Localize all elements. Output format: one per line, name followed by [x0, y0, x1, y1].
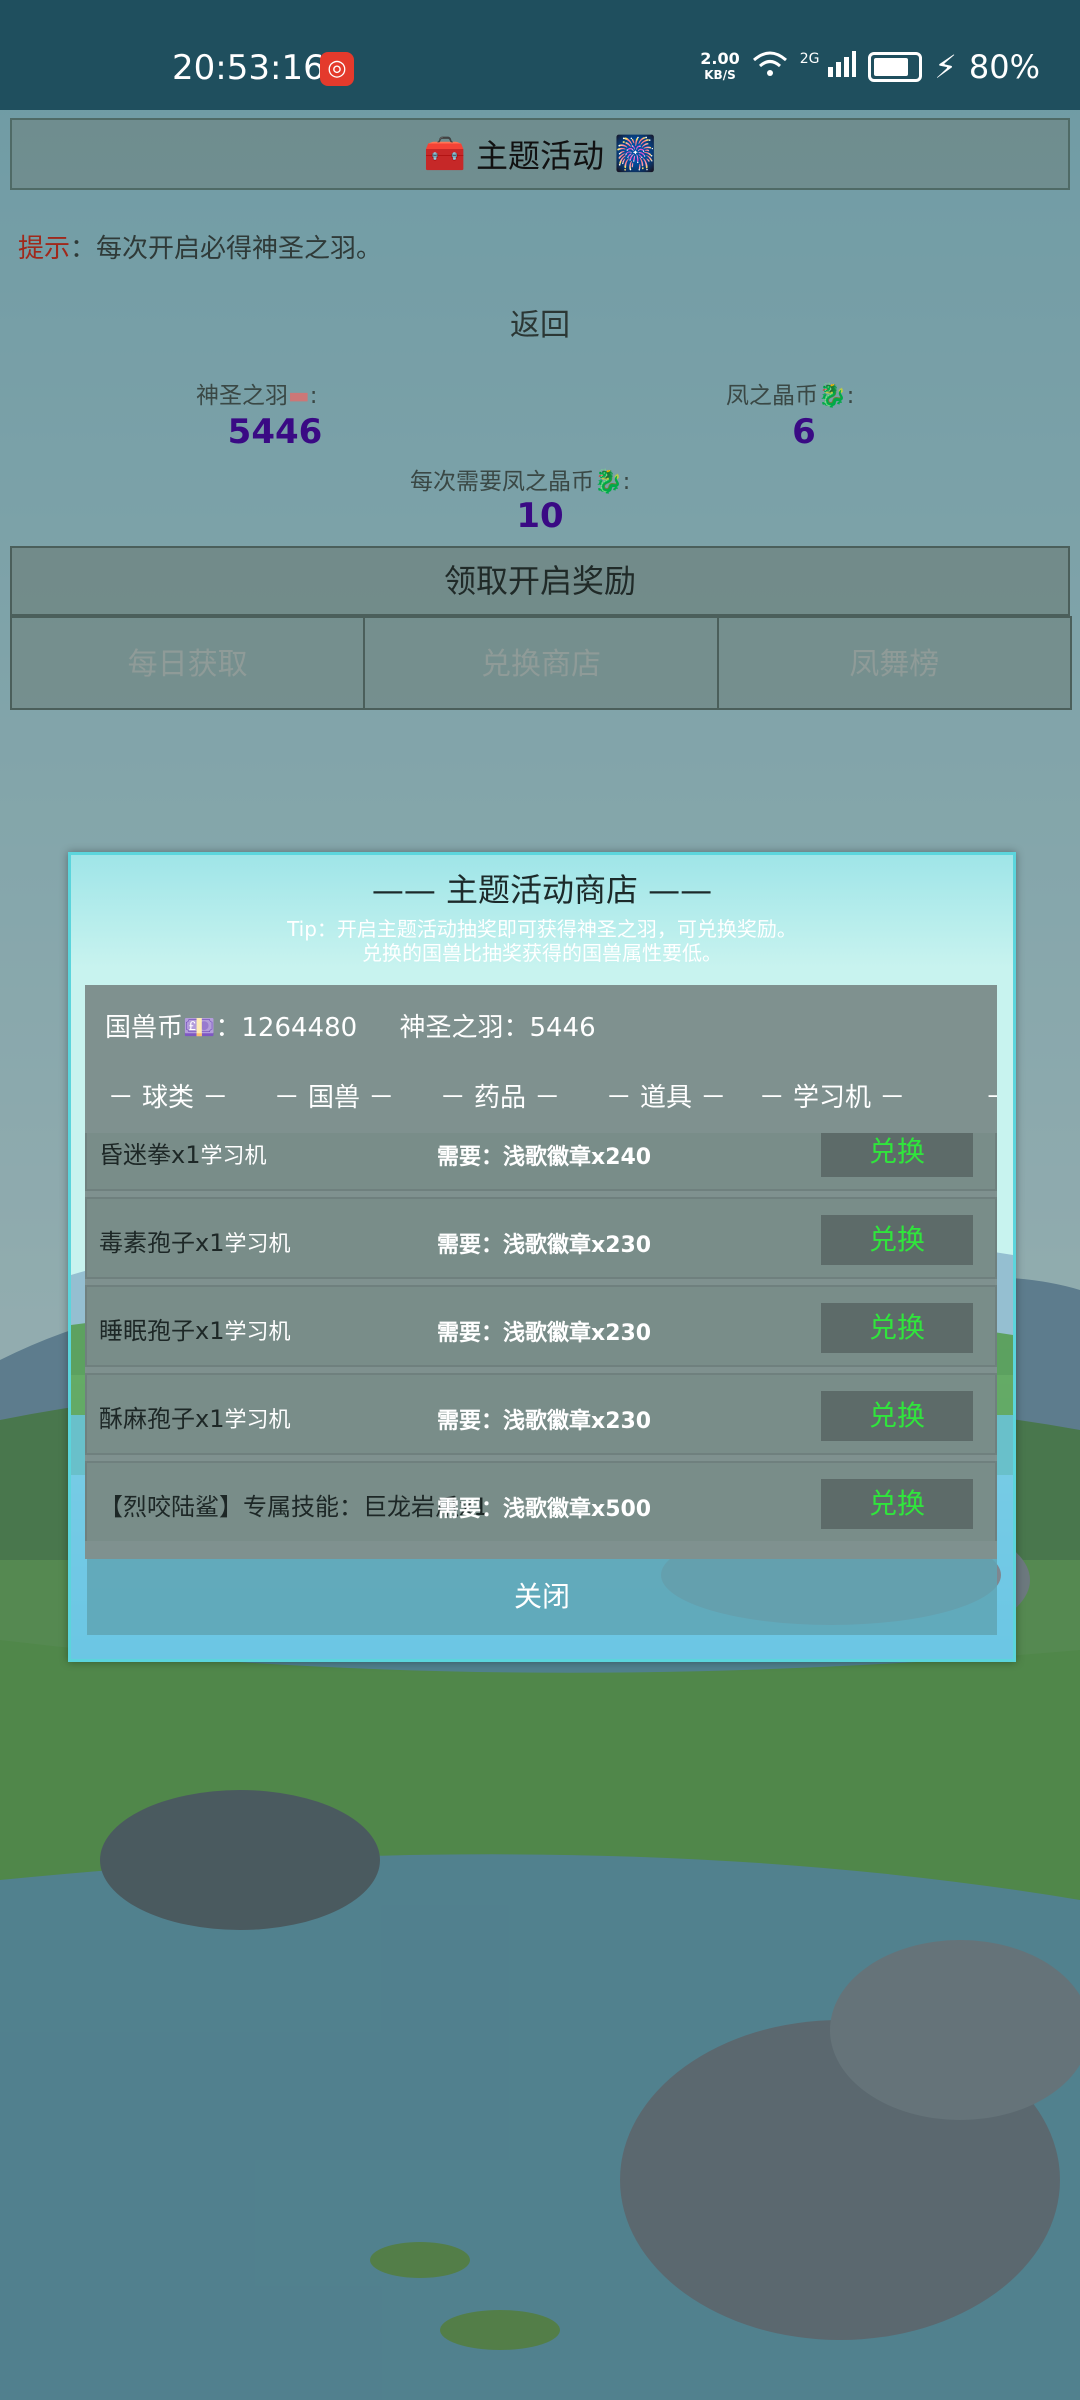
item-type: 学习机: [224, 1408, 291, 1433]
exchange-button[interactable]: 兑换: [821, 1215, 973, 1265]
feather-label: 神圣之羽▬:: [196, 383, 318, 409]
close-button[interactable]: 关闭: [87, 1559, 997, 1635]
item-name-text: 酥麻孢子x1: [99, 1405, 225, 1433]
nav-tabs: 每日获取 兑换商店 凤舞榜: [10, 616, 1072, 710]
hint-text: 提示：每次开启必得神圣之羽。: [18, 228, 382, 265]
cost-label: 每次需要凤之晶币🐉:: [410, 469, 631, 495]
list-item: 毒素孢子x1学习机 需要：浅歌徽章x230 兑换: [85, 1197, 997, 1279]
exchange-button[interactable]: 兑换: [821, 1303, 973, 1353]
item-cost: 需要：浅歌徽章x230: [437, 1409, 652, 1434]
shop-category-tabs: － 球类 － － 国兽 － － 药品 － － 道具 － － 学习机 － －: [85, 1073, 997, 1123]
signal-label: 2G: [799, 50, 820, 67]
dragon-icon: 🐉: [594, 469, 623, 495]
item-cost: 需要：浅歌徽章x240: [437, 1145, 652, 1170]
netease-music-icon: ◎: [320, 52, 354, 86]
shop-tip-line1: Tip：开启主题活动抽奖即可获得神圣之羽，可兑换奖励。: [287, 917, 797, 941]
list-item: 睡眠孢子x1学习机 需要：浅歌徽章x230 兑换: [85, 1285, 997, 1367]
back-link[interactable]: 返回: [0, 300, 1080, 344]
category-tab-tms[interactable]: － 学习机 －: [749, 1073, 915, 1123]
item-name-text: 【烈咬陆鲨】专属技能：巨龙岩爪x1: [99, 1493, 489, 1521]
charging-icon: ⚡: [934, 48, 957, 86]
shop-item-list[interactable]: 昏迷拳x1学习机 需要：浅歌徽章x240 兑换 毒素孢子x1学习机 需要：浅歌徽…: [85, 1133, 997, 1541]
exchange-button[interactable]: 兑换: [821, 1133, 973, 1177]
category-tab-beasts[interactable]: － 国兽 －: [251, 1073, 417, 1123]
item-name: 毒素孢子x1学习机: [99, 1223, 291, 1258]
item-name: 【烈咬陆鲨】专属技能：巨龙岩爪x1: [99, 1487, 488, 1522]
item-type: 学习机: [224, 1232, 291, 1257]
exchange-button[interactable]: 兑换: [821, 1391, 973, 1441]
category-tab-more[interactable]: －: [915, 1073, 997, 1123]
coin-label-text: 凤之晶币: [726, 383, 818, 409]
page-header: 🧰 主题活动 🎆: [10, 118, 1070, 190]
list-item: 酥麻孢子x1学习机 需要：浅歌徽章x230 兑换: [85, 1373, 997, 1455]
page-title: 主题活动: [475, 137, 604, 175]
beast-coin-label: 国兽币: [105, 1013, 184, 1043]
item-type: 学习机: [200, 1144, 267, 1169]
item-cost: 需要：浅歌徽章x500: [437, 1497, 652, 1522]
shop-panel: 国兽币💷：1264480 神圣之羽：5446 － 球类 － － 国兽 － － 药…: [85, 985, 997, 1559]
category-tab-balls[interactable]: － 球类 －: [85, 1073, 251, 1123]
feather-value: 5446: [227, 412, 323, 452]
net-speed-value: 2.00: [700, 49, 740, 68]
item-name-text: 睡眠孢子x1: [99, 1317, 225, 1345]
back-link-label[interactable]: 返回: [510, 308, 570, 343]
item-name: 睡眠孢子x1学习机: [99, 1311, 291, 1346]
list-item: 昏迷拳x1学习机 需要：浅歌徽章x240 兑换: [85, 1133, 997, 1191]
fireworks-icon: 🎆: [614, 134, 657, 174]
hint-body: ：每次开启必得神圣之羽。: [70, 234, 383, 264]
wifi-icon: [752, 48, 788, 86]
cost-label-text: 每次需要凤之晶币: [410, 469, 594, 495]
shop-tip: Tip：开启主题活动抽奖即可获得神圣之羽，可兑换奖励。 兑换的国兽比抽奖获得的国…: [71, 917, 1013, 965]
shop-balance: 国兽币💷：1264480 神圣之羽：5446: [105, 1007, 596, 1044]
status-time: 20:53:16: [172, 48, 325, 88]
tab-exchange-shop[interactable]: 兑换商店: [363, 616, 719, 710]
item-name-text: 昏迷拳x1: [99, 1141, 201, 1169]
cellular-signal-icon: 2G: [799, 50, 857, 84]
status-right: 2.00 KB/S 2G ⚡ 80%: [700, 48, 1040, 86]
item-cost: 需要：浅歌徽章x230: [437, 1321, 652, 1346]
dragon-icon: 🐉: [818, 383, 847, 409]
ticket-icon: ▬: [288, 383, 310, 409]
beast-coin-value: ：1264480: [215, 1013, 358, 1043]
tab-ranking[interactable]: 凤舞榜: [716, 616, 1072, 710]
status-bar: 20:53:16 ◎ 2.00 KB/S 2G ⚡ 80%: [0, 0, 1080, 110]
shop-title: —— 主题活动商店 ——: [371, 871, 713, 909]
item-type: 学习机: [224, 1320, 291, 1345]
coin-icon: 💷: [183, 1013, 216, 1043]
item-name: 昏迷拳x1学习机: [99, 1135, 267, 1170]
coin-value: 6: [792, 412, 816, 452]
treasure-chest-icon: 🧰: [423, 134, 466, 174]
claim-reward-button[interactable]: 领取开启奖励: [10, 546, 1070, 616]
item-cost: 需要：浅歌徽章x230: [437, 1233, 652, 1258]
hint-label: 提示: [18, 234, 71, 264]
shop-tip-line2: 兑换的国兽比抽奖获得的国兽属性要低。: [362, 941, 722, 965]
net-speed: 2.00 KB/S: [700, 51, 739, 83]
exchange-button[interactable]: 兑换: [821, 1479, 973, 1529]
battery-percent: 80%: [968, 48, 1040, 86]
category-tab-items[interactable]: － 道具 －: [583, 1073, 749, 1123]
net-speed-unit: KB/S: [704, 68, 736, 82]
shop-modal: —— 主题活动商店 —— Tip：开启主题活动抽奖即可获得神圣之羽，可兑换奖励。…: [68, 852, 1016, 1662]
category-tab-medicine[interactable]: － 药品 －: [417, 1073, 583, 1123]
cost-value: 10: [516, 496, 564, 536]
feather-label-text: 神圣之羽: [196, 383, 288, 409]
coin-label: 凤之晶币🐉:: [726, 383, 855, 409]
battery-icon: [868, 52, 923, 82]
list-item: 【烈咬陆鲨】专属技能：巨龙岩爪x1 需要：浅歌徽章x500 兑换: [85, 1461, 997, 1541]
tab-daily[interactable]: 每日获取: [10, 616, 366, 710]
item-name: 酥麻孢子x1学习机: [99, 1399, 291, 1434]
item-name-text: 毒素孢子x1: [99, 1229, 225, 1257]
feather-balance: 神圣之羽：5446: [399, 1013, 596, 1043]
